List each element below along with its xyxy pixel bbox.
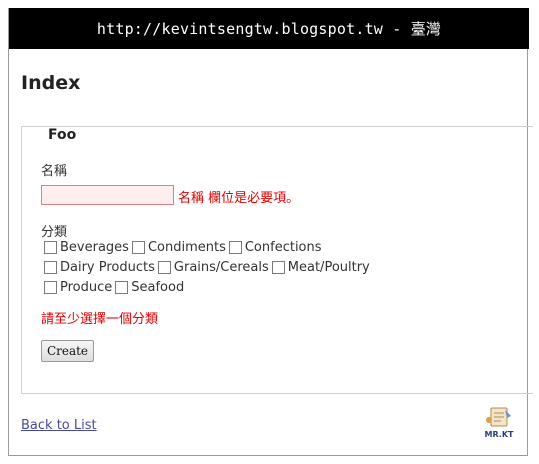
category-option-seafood[interactable]: Seafood	[115, 280, 184, 295]
category-validation-error: 請至少選擇一個分類	[41, 312, 159, 327]
category-option-grains-cereals[interactable]: Grains/Cereals	[157, 260, 269, 275]
banner-text: http://kevintsengtw.blogspot.tw - 臺灣	[96, 20, 442, 38]
category-option-label: Confections	[244, 240, 322, 255]
category-option-beverages[interactable]: Beverages	[44, 240, 129, 255]
category-option-confections[interactable]: Confections	[228, 240, 322, 255]
logo-text: MR.KT	[484, 430, 514, 439]
mrkt-logo-icon	[486, 407, 511, 427]
category-option-dairy-products[interactable]: Dairy Products	[44, 260, 155, 275]
checkbox-seafood[interactable]	[115, 281, 129, 294]
category-option-label: Produce	[60, 280, 113, 295]
name-label: 名稱	[41, 164, 68, 179]
back-to-list-link[interactable]: Back to List	[21, 418, 97, 433]
category-option-condiments[interactable]: Condiments	[131, 240, 226, 255]
fieldset-legend: Foo	[44, 127, 81, 143]
category-option-label: Meat/Poultry	[287, 260, 370, 275]
category-option-label: Dairy Products	[60, 260, 155, 275]
watermark-banner: http://kevintsengtw.blogspot.tw - 臺灣	[9, 8, 529, 49]
checkbox-meat-poultry[interactable]	[271, 261, 285, 274]
checkbox-confections[interactable]	[228, 241, 242, 254]
name-input[interactable]	[41, 185, 174, 205]
checkbox-beverages[interactable]	[44, 241, 57, 254]
category-row-1: Beverages Condiments Confections	[44, 240, 325, 255]
browser-frame: http://kevintsengtw.blogspot.tw - 臺灣 Ind…	[8, 8, 533, 456]
checkbox-condiments[interactable]	[131, 241, 145, 254]
category-option-label: Beverages	[60, 240, 129, 255]
category-option-label: Condiments	[147, 240, 226, 255]
category-option-label: Seafood	[131, 280, 185, 295]
category-row-3: Produce Seafood	[44, 280, 187, 295]
page-title: Index	[21, 72, 81, 94]
name-validation-error: 名稱 欄位是必要項。	[178, 191, 300, 206]
category-row-2: Dairy Products Grains/Cereals Meat/Poult…	[44, 260, 373, 275]
checkbox-produce[interactable]	[44, 281, 57, 294]
category-option-produce[interactable]: Produce	[44, 280, 112, 295]
checkbox-grains-cereals[interactable]	[157, 261, 171, 274]
checkbox-dairy-products[interactable]	[44, 261, 57, 274]
category-option-meat-poultry[interactable]: Meat/Poultry	[271, 260, 370, 275]
create-button[interactable]: Create	[41, 340, 94, 362]
category-option-label: Grains/Cereals	[173, 260, 269, 275]
category-label: 分類	[41, 225, 68, 240]
